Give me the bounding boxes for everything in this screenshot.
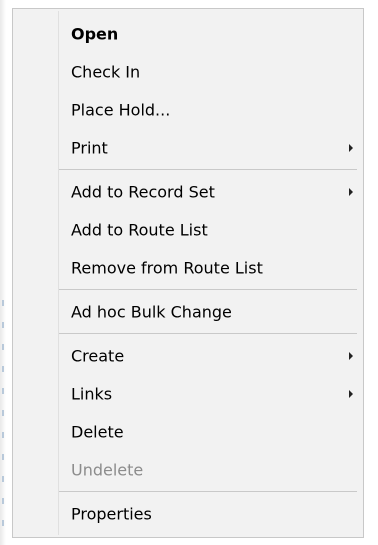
- submenu-arrow-icon: [349, 188, 353, 196]
- menu-separator: [59, 289, 357, 290]
- screen: Open Check In Place Hold... Print Add to…: [0, 0, 378, 545]
- menu-item-label: Delete: [71, 422, 124, 442]
- menu-item-undelete: Undelete: [15, 451, 361, 489]
- context-menu: Open Check In Place Hold... Print Add to…: [12, 8, 364, 538]
- menu-item-add-to-route-list[interactable]: Add to Route List: [15, 211, 361, 249]
- submenu-arrow-icon: [349, 352, 353, 360]
- menu-item-open[interactable]: Open: [15, 15, 361, 53]
- menu-item-label: Print: [71, 138, 108, 158]
- menu-separator: [59, 169, 357, 170]
- menu-item-label: Create: [71, 346, 125, 366]
- submenu-arrow-icon: [349, 390, 353, 398]
- menu-item-label: Check In: [71, 62, 141, 82]
- menu-item-properties[interactable]: Properties: [15, 495, 361, 533]
- menu-item-label: Add to Route List: [71, 220, 208, 240]
- menu-separator: [59, 333, 357, 334]
- submenu-arrow-icon: [349, 144, 353, 152]
- menu-item-remove-from-route-list[interactable]: Remove from Route List: [15, 249, 361, 287]
- background-window-edge: [0, 0, 6, 545]
- menu-item-delete[interactable]: Delete: [15, 413, 361, 451]
- menu-item-create[interactable]: Create: [15, 337, 361, 375]
- menu-item-label: Ad hoc Bulk Change: [71, 302, 232, 322]
- menu-item-label: Add to Record Set: [71, 182, 215, 202]
- menu-item-label: Properties: [71, 504, 152, 524]
- menu-item-links[interactable]: Links: [15, 375, 361, 413]
- menu-item-ad-hoc-bulk-change[interactable]: Ad hoc Bulk Change: [15, 293, 361, 331]
- menu-item-label: Remove from Route List: [71, 258, 263, 278]
- menu-item-label: Undelete: [71, 460, 144, 480]
- menu-item-label: Links: [71, 384, 113, 404]
- menu-item-add-to-record-set[interactable]: Add to Record Set: [15, 173, 361, 211]
- menu-item-print[interactable]: Print: [15, 129, 361, 167]
- menu-separator: [59, 491, 357, 492]
- menu-item-place-hold[interactable]: Place Hold...: [15, 91, 361, 129]
- menu-item-label: Place Hold...: [71, 100, 171, 120]
- menu-item-check-in[interactable]: Check In: [15, 53, 361, 91]
- menu-item-label: Open: [71, 24, 119, 44]
